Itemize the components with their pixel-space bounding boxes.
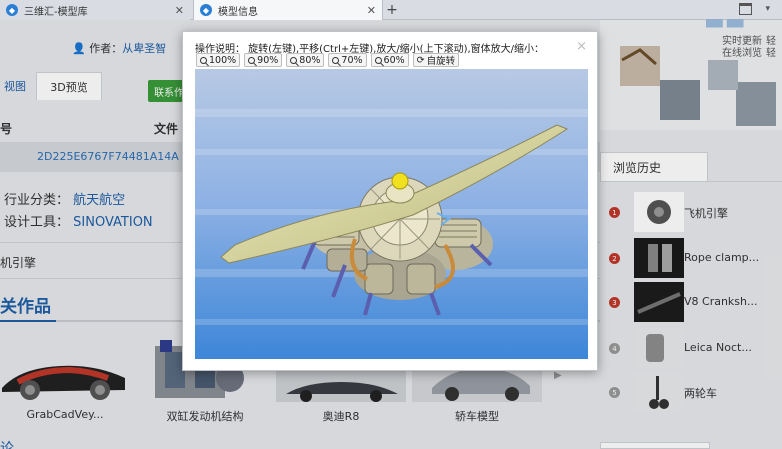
zoom-toolbar: 100% 90% 80% 70% 60% ⟳ 自旋转	[196, 53, 460, 67]
preview-modal: 操作说明： 旋转(左键),平移(Ctrl+左键),放大/缩小(上下滚动),窗体放…	[182, 31, 598, 371]
related-item[interactable]: GrabCadVey...	[0, 338, 130, 430]
tool-label: 设计工具：	[4, 215, 70, 230]
new-tab-button[interactable]: +	[385, 0, 399, 20]
file-hash[interactable]: 2D225E6767F74481A14A	[37, 150, 179, 163]
tab-3d-preview[interactable]: 3D预览	[36, 72, 102, 100]
related-works-title: 关作品	[0, 297, 51, 317]
zoom-label: 90%	[257, 54, 279, 66]
crankshaft-thumb	[634, 282, 684, 322]
history-item-label: Rope clamp...	[684, 251, 760, 264]
tool-value[interactable]: SINOVATION	[73, 215, 153, 230]
zoom-label: 60%	[383, 54, 405, 66]
zoom-icon	[332, 56, 340, 64]
zoom-label: 70%	[341, 54, 363, 66]
scroll-right-icon[interactable]: ▶	[554, 370, 562, 381]
close-icon[interactable]: ✕	[367, 4, 376, 17]
browser-tab-strip: ◆ 三维汇-模型库 ✕ ◆ 模型信息 ✕ + ▾	[0, 0, 782, 20]
site-favicon-icon: ◆	[6, 4, 18, 16]
history-item-label: 飞机引擎	[684, 207, 728, 220]
rank-badge: 2	[609, 253, 620, 264]
zoom-60-button[interactable]: 60%	[370, 53, 409, 67]
author-info: 👤 作者：从卑圣智	[72, 40, 166, 56]
model-name-text: 机引擎	[0, 256, 37, 270]
history-item-label: 两轮车	[684, 387, 717, 400]
history-item-label: V8 Cranksh...	[684, 295, 758, 308]
history-item[interactable]: 1 飞机引擎	[600, 192, 782, 232]
tab-views[interactable]: 视图	[0, 72, 30, 100]
rank-badge: 5	[609, 387, 620, 398]
auto-rotate-button[interactable]: ⟳ 自旋转	[412, 53, 460, 67]
airplane-engine-thumb	[634, 192, 684, 232]
divider	[600, 181, 782, 182]
browser-tab-model-info[interactable]: ◆ 模型信息 ✕	[193, 0, 383, 20]
rank-badge: 3	[609, 297, 620, 308]
zoom-icon	[248, 56, 256, 64]
rank-badge: 4	[609, 343, 620, 354]
close-icon[interactable]: ×	[576, 39, 587, 54]
industry-value[interactable]: 航天航空	[73, 193, 125, 208]
zoom-90-button[interactable]: 90%	[244, 53, 283, 67]
comments-heading: 论	[0, 441, 14, 449]
zoom-label: 80%	[299, 54, 321, 66]
promo-banner[interactable]: ▬▬ 实时更新 在线浏览 轻 轻	[600, 10, 782, 130]
rope-clamp-thumb	[634, 238, 684, 278]
sports-car-thumb	[2, 365, 125, 400]
related-item-label: 双缸发动机结构	[166, 410, 244, 423]
browser-tab-model-library[interactable]: ◆ 三维汇-模型库 ✕	[0, 0, 190, 20]
user-icon: 👤	[72, 42, 86, 55]
close-icon[interactable]: ✕	[175, 4, 184, 17]
model-details: 行业分类： 航天航空 设计工具： SINOVATION	[4, 190, 153, 234]
related-item-label: 轿车模型	[455, 410, 499, 423]
tab-title: 三维汇-模型库	[24, 6, 88, 18]
author-name[interactable]: 从卑圣智	[122, 42, 166, 55]
banner-text: 在线浏览	[722, 48, 762, 59]
refresh-icon: ⟳	[416, 54, 425, 66]
column-header: 文件	[154, 122, 179, 136]
related-item-label: 奥迪R8	[322, 410, 360, 423]
industry-label: 行业分类：	[4, 193, 70, 208]
zoom-icon	[290, 56, 298, 64]
section-underline-accent	[0, 320, 56, 322]
zoom-80-button[interactable]: 80%	[286, 53, 325, 67]
history-item-label: Leica Noct...	[684, 341, 752, 354]
zoom-70-button[interactable]: 70%	[328, 53, 367, 67]
scooter-thumb	[634, 372, 684, 412]
banner-text: 轻	[766, 48, 776, 59]
chevron-down-icon[interactable]: ▾	[765, 4, 770, 14]
zoom-icon	[374, 56, 382, 64]
auto-rotate-label: 自旋转	[426, 56, 456, 67]
history-item[interactable]: 5 两轮车	[600, 372, 782, 412]
rank-badge: 1	[609, 207, 620, 218]
zoom-icon	[200, 56, 207, 64]
zoom-100-button[interactable]: 100%	[196, 53, 241, 67]
history-item[interactable]: 3 V8 Cranksh...	[600, 282, 782, 322]
tab-title: 模型信息	[218, 6, 258, 18]
zoom-label: 100%	[209, 54, 237, 66]
site-favicon-icon: ◆	[200, 4, 212, 16]
right-sidebar: ▬▬ 实时更新 在线浏览 轻 轻 浏览历史 1 飞机引擎 2 Rope clam…	[600, 10, 782, 449]
column-header: 号	[0, 122, 13, 136]
history-item[interactable]: 4 Leica Noct...	[600, 328, 782, 368]
history-item[interactable]: 2 Rope clamp...	[600, 238, 782, 278]
lens-thumb	[634, 328, 684, 368]
3d-viewer-canvas[interactable]	[195, 69, 588, 359]
related-item-label: GrabCadVey...	[26, 408, 104, 421]
history-tab[interactable]: 浏览历史	[600, 152, 708, 182]
author-label: 作者：	[89, 42, 123, 55]
sidebar-panel-edge	[600, 442, 710, 449]
